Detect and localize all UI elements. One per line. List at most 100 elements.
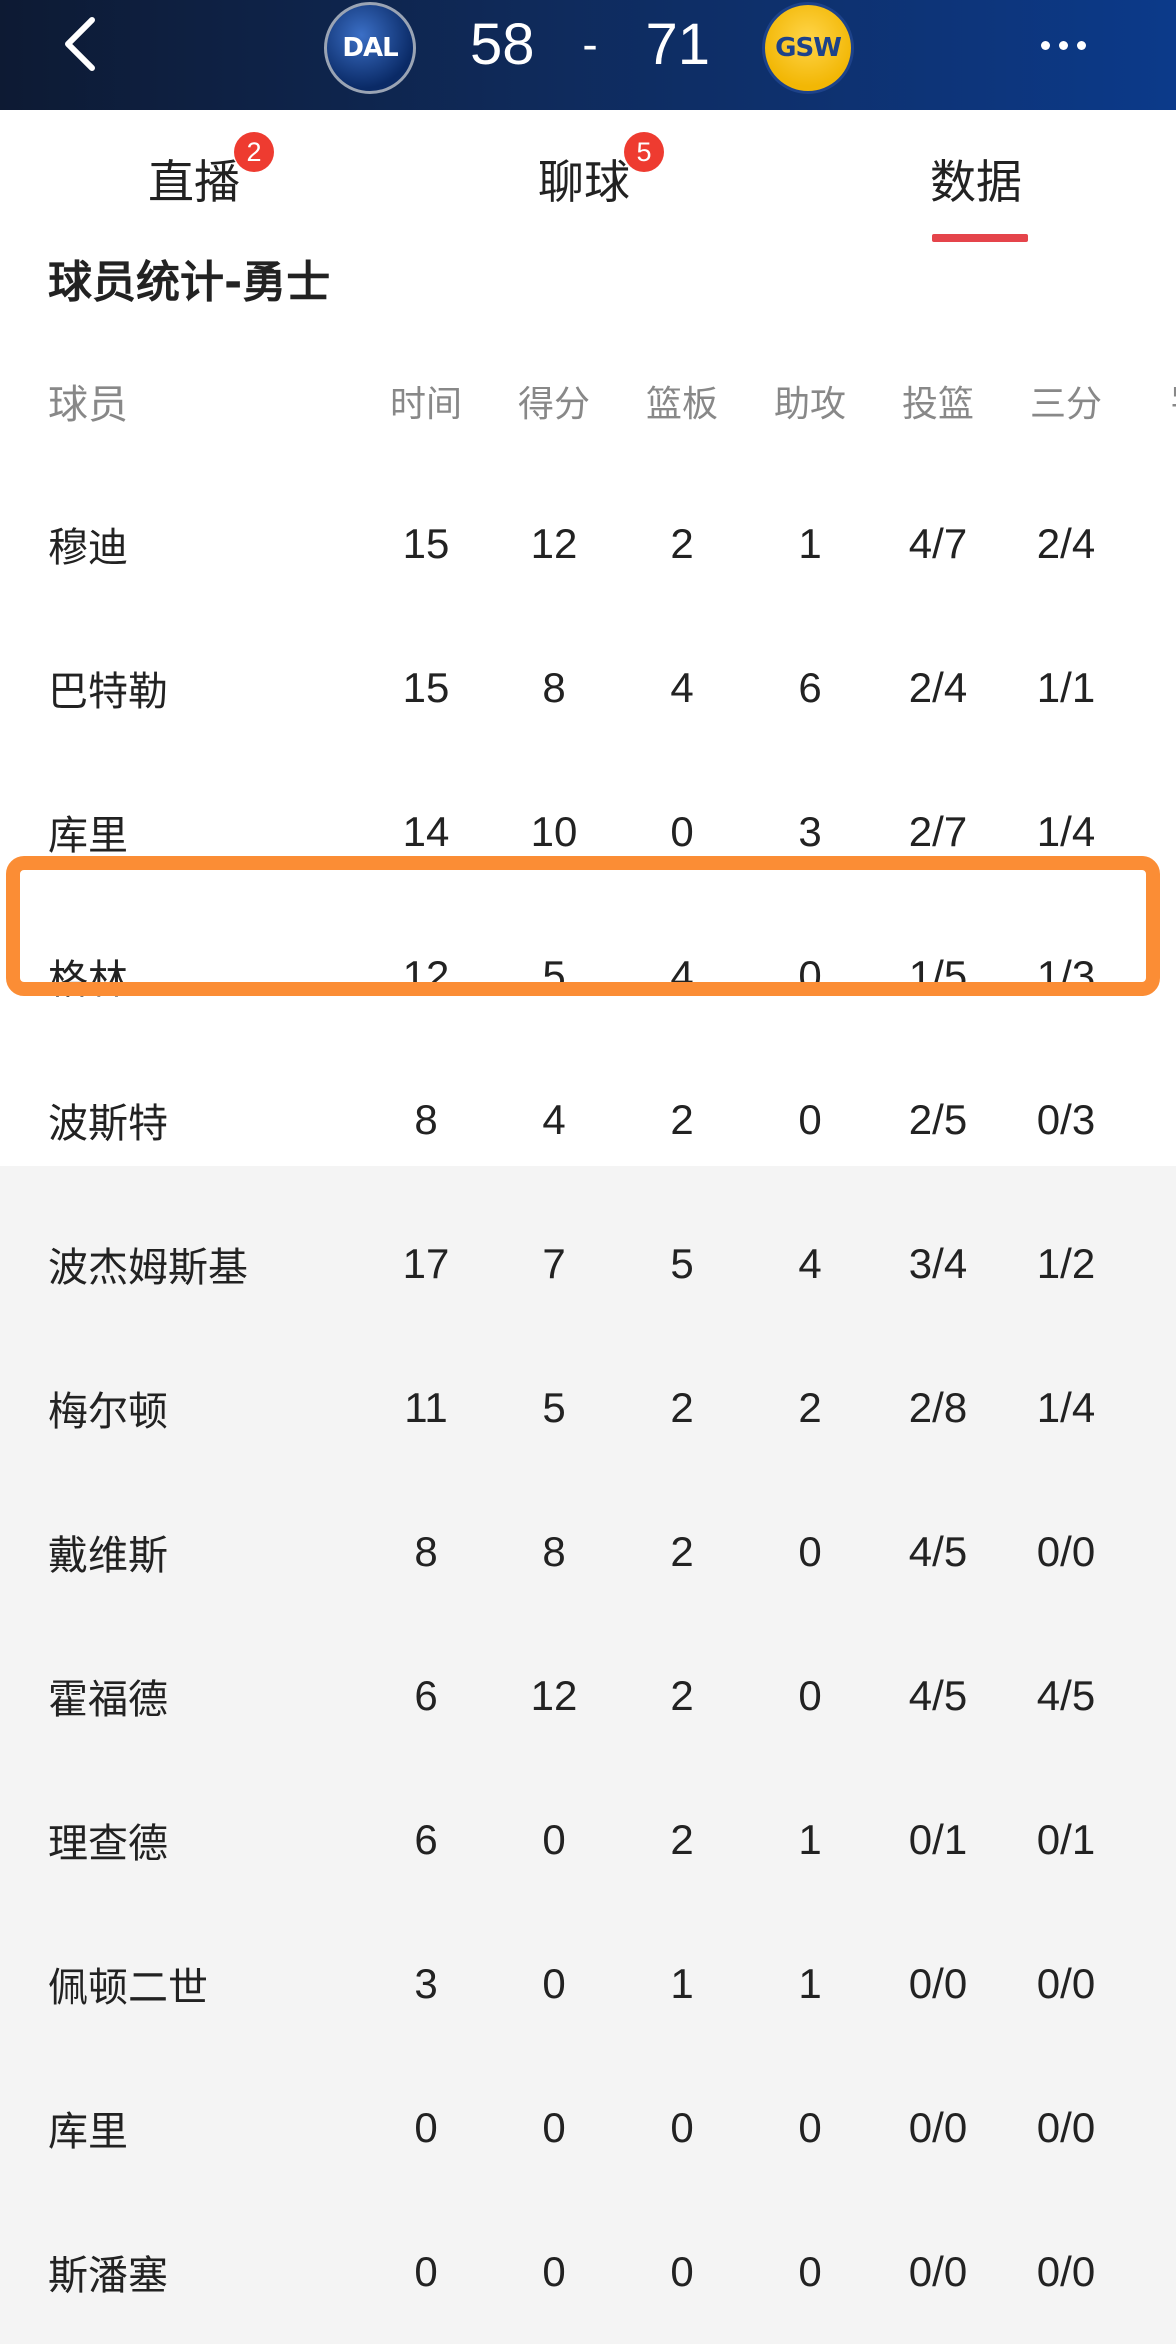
active-tab-indicator — [932, 234, 1028, 242]
notification-badge: 5 — [624, 132, 664, 172]
stat-free-throws: 0 — [1158, 1912, 1176, 2056]
stat-free-throws: 2 — [1158, 904, 1176, 1048]
more-dot-icon — [1076, 40, 1086, 50]
stat-rebounds: 4 — [670, 664, 694, 711]
player-rows: 穆迪1512214/72/42巴特勒158462/41/13库里1410032/… — [0, 472, 1176, 2344]
stat-points: 8 — [542, 1528, 566, 1575]
stat-free-throws: 0 — [1158, 2056, 1176, 2200]
tab-chat[interactable]: 聊球 5 — [538, 132, 664, 212]
column-header-free-throws: 罚 — [1158, 330, 1176, 472]
stat-three-pointers: 0/1 — [1036, 1816, 1096, 1863]
more-dot-icon — [1040, 40, 1050, 50]
stat-three-pointers: 1/1 — [1036, 664, 1096, 711]
home-score: 58 — [470, 11, 535, 77]
stat-assists: 0 — [798, 2104, 822, 2151]
stat-three-pointers: 0/0 — [1036, 2248, 1096, 2295]
stat-time: 0 — [414, 2104, 438, 2151]
stat-field-goals: 0/0 — [908, 2104, 968, 2151]
stat-assists: 0 — [798, 1672, 822, 1719]
player-name[interactable]: 穆迪 — [48, 472, 128, 616]
table-row[interactable]: 斯潘塞 0 0 0 0 0/0 0/0 0 — [0, 2200, 1176, 2344]
stat-free-throws: 0 — [1158, 1336, 1176, 1480]
column-header-points: 得分 — [517, 384, 590, 425]
gsw-team-logo[interactable]: GSW — [762, 2, 854, 94]
table-row[interactable]: 霍福德 6 12 2 0 4/5 4/5 0 — [0, 1624, 1176, 1768]
stat-points: 8 — [542, 664, 566, 711]
stat-assists: 2 — [798, 1384, 822, 1431]
table-row[interactable]: 戴维斯 8 8 2 0 4/5 0/0 0 — [0, 1480, 1176, 1624]
chevron-left-icon — [65, 17, 95, 71]
stat-free-throws: 5 — [1158, 760, 1176, 904]
stat-assists: 1 — [798, 520, 822, 567]
stat-points: 4 — [542, 1096, 566, 1143]
stat-time: 3 — [414, 1960, 438, 2007]
dal-team-logo[interactable]: DAL — [324, 2, 416, 94]
game-header: DAL 58 - 71 GSW — [0, 0, 1176, 110]
player-name[interactable]: 霍福德 — [48, 1624, 168, 1768]
notification-badge: 2 — [234, 132, 274, 172]
stat-field-goals: 4/5 — [908, 1672, 968, 1719]
stat-rebounds: 2 — [670, 1816, 694, 1863]
score-separator: - — [582, 18, 598, 70]
stat-rebounds: 2 — [670, 1096, 694, 1143]
back-button[interactable] — [50, 14, 110, 74]
stat-free-throws: 0 — [1158, 1768, 1176, 1912]
stat-time: 8 — [414, 1528, 438, 1575]
stat-three-pointers: 4/5 — [1036, 1672, 1096, 1719]
stat-time: 8 — [414, 1096, 438, 1143]
stat-three-pointers: 0/0 — [1036, 2104, 1096, 2151]
section-title: 球员统计-勇士 — [48, 257, 331, 308]
stat-points: 7 — [542, 1240, 566, 1287]
player-name[interactable]: 理查德 — [48, 1768, 168, 1912]
stat-free-throws: 0 — [1158, 2200, 1176, 2344]
stat-points: 0 — [542, 1816, 566, 1863]
more-dot-icon — [1058, 40, 1068, 50]
table-row[interactable]: 库里 0 0 0 0 0/0 0/0 0 — [0, 2056, 1176, 2200]
stat-time: 6 — [414, 1816, 438, 1863]
player-name[interactable]: 巴特勒 — [48, 616, 168, 760]
stat-rebounds: 2 — [670, 520, 694, 567]
table-row[interactable]: 波斯特 8 4 2 0 2/5 0/3 0 — [0, 1048, 1176, 1192]
stat-field-goals: 3/4 — [908, 1240, 968, 1287]
table-row[interactable]: 穆迪 15 12 2 1 4/7 2/4 2 — [0, 472, 1176, 616]
player-name[interactable]: 波杰姆斯基 — [48, 1192, 248, 1336]
player-stats-table: 球员 时间 得分 篮板 助攻 投篮 三分 罚 穆迪1512214/72/42巴特… — [0, 330, 1176, 2344]
table-row[interactable]: 波杰姆斯基 17 7 5 4 3/4 1/2 0 — [0, 1192, 1176, 1336]
stat-rebounds: 0 — [670, 2248, 694, 2295]
stat-three-pointers: 0/0 — [1036, 1960, 1096, 2007]
stat-time: 17 — [402, 1240, 450, 1287]
table-row[interactable]: 理查德 6 0 2 1 0/1 0/1 0 — [0, 1768, 1176, 1912]
stat-points: 5 — [542, 1384, 566, 1431]
stat-field-goals: 2/5 — [908, 1096, 968, 1143]
stat-rebounds: 2 — [670, 1528, 694, 1575]
player-name[interactable]: 波斯特 — [48, 1048, 168, 1192]
stat-assists: 6 — [798, 664, 822, 711]
stat-time: 15 — [402, 520, 450, 567]
stat-three-pointers: 0/0 — [1036, 1528, 1096, 1575]
table-row[interactable]: 巴特勒 15 8 4 6 2/4 1/1 3 — [0, 616, 1176, 760]
stat-assists: 0 — [798, 1528, 822, 1575]
player-name[interactable]: 梅尔顿 — [48, 1336, 168, 1480]
scoreboard: 58 - 71 — [470, 6, 710, 82]
stat-assists: 0 — [798, 1096, 822, 1143]
stat-rebounds: 0 — [670, 2104, 694, 2151]
tab-data[interactable]: 数据 — [930, 146, 1022, 212]
stat-field-goals: 2/8 — [908, 1384, 968, 1431]
stat-three-pointers: 1/2 — [1036, 1240, 1096, 1287]
player-name[interactable]: 戴维斯 — [48, 1480, 168, 1624]
stat-time: 6 — [414, 1672, 438, 1719]
more-options-button[interactable] — [1028, 20, 1098, 70]
tab-live[interactable]: 直播 2 — [148, 132, 274, 212]
column-header-player: 球员 — [48, 382, 128, 428]
stat-time: 11 — [404, 1384, 448, 1431]
stat-free-throws: 0 — [1158, 1048, 1176, 1192]
player-name[interactable]: 斯潘塞 — [48, 2200, 168, 2344]
stat-free-throws: 0 — [1158, 1624, 1176, 1768]
stat-points: 0 — [542, 2104, 566, 2151]
stat-points: 0 — [542, 1960, 566, 2007]
player-name[interactable]: 库里 — [48, 2056, 128, 2200]
table-row[interactable]: 梅尔顿 11 5 2 2 2/8 1/4 0 — [0, 1336, 1176, 1480]
player-name[interactable]: 佩顿二世 — [48, 1912, 208, 2056]
highlight-annotation — [6, 856, 1160, 996]
table-row[interactable]: 佩顿二世 3 0 1 1 0/0 0/0 0 — [0, 1912, 1176, 2056]
